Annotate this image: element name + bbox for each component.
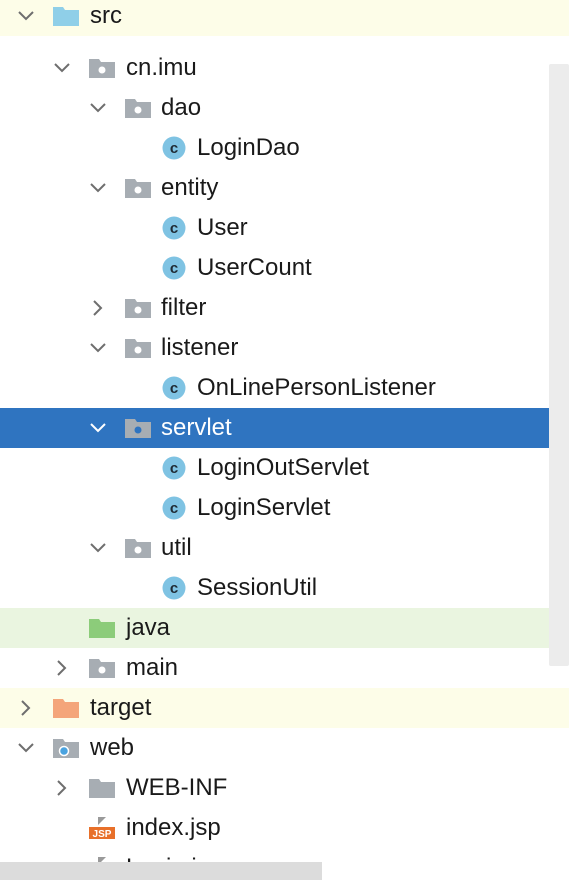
tree-item-entity[interactable]: entity <box>0 168 569 208</box>
chevron-down-icon[interactable] <box>14 736 38 760</box>
tree-item-label: LoginDao <box>197 134 300 161</box>
tree-item-servlet[interactable]: servlet <box>0 408 569 448</box>
jsp-file-icon: JSP <box>88 816 116 840</box>
package-icon <box>124 416 152 440</box>
svg-text:c: c <box>170 460 178 477</box>
tree-item-label: entity <box>161 174 219 201</box>
tree-item-label: main <box>126 654 179 681</box>
tree-item-label: cn.imu <box>126 54 197 81</box>
tree-item-label: src <box>90 2 122 29</box>
package-icon <box>124 336 152 360</box>
folder-orange-icon <box>52 696 80 720</box>
tree-item-label: filter <box>161 294 207 321</box>
tree-item-label: UserCount <box>197 254 312 281</box>
java-class-icon: c <box>160 216 188 240</box>
java-class-icon: c <box>160 136 188 160</box>
folder-gray-icon <box>88 776 116 800</box>
chevron-right-icon[interactable] <box>50 656 74 680</box>
chevron-down-icon[interactable] <box>86 336 110 360</box>
chevron-right-icon[interactable] <box>86 296 110 320</box>
tree-item-web-inf[interactable]: WEB-INF <box>0 768 569 808</box>
package-icon <box>88 56 116 80</box>
chevron-down-icon[interactable] <box>14 4 38 28</box>
tree-item-label: target <box>90 694 152 721</box>
package-icon <box>124 296 152 320</box>
tree-item-src[interactable]: src <box>0 0 569 36</box>
horizontal-scrollbar[interactable] <box>0 862 322 880</box>
svg-text:JSP: JSP <box>93 829 112 840</box>
chevron-down-icon[interactable] <box>86 416 110 440</box>
tree-item-listener[interactable]: listener <box>0 328 569 368</box>
tree-item-cn-imu[interactable]: cn.imu <box>0 48 569 88</box>
svg-text:c: c <box>170 220 178 237</box>
tree-item-main[interactable]: main <box>0 648 569 688</box>
tree-item-label: util <box>161 534 192 561</box>
java-class-icon: c <box>160 496 188 520</box>
tree-item-filter[interactable]: filter <box>0 288 569 328</box>
tree-item-label: LoginOutServlet <box>197 454 370 481</box>
tree-item-user[interactable]: c User <box>0 208 569 248</box>
tree-item-label: web <box>90 734 135 761</box>
svg-text:c: c <box>170 500 178 517</box>
svg-text:c: c <box>170 380 178 397</box>
java-class-icon: c <box>160 376 188 400</box>
tree-item-label: dao <box>161 94 202 121</box>
svg-text:c: c <box>170 260 178 277</box>
tree-item-label: WEB-INF <box>126 774 228 801</box>
chevron-down-icon[interactable] <box>86 536 110 560</box>
tree-item-onlinepersonlistener[interactable]: c OnLinePersonListener <box>0 368 569 408</box>
tree-item-target[interactable]: target <box>0 688 569 728</box>
java-class-icon: c <box>160 576 188 600</box>
tree-item-index-jsp[interactable]: JSP index.jsp <box>0 808 569 848</box>
tree-item-label: OnLinePersonListener <box>197 374 436 401</box>
tree-item-logindao[interactable]: c LoginDao <box>0 128 569 168</box>
tree-item-label: servlet <box>161 414 232 441</box>
tree-item-usercount[interactable]: c UserCount <box>0 248 569 288</box>
tree-item-sessionutil[interactable]: c SessionUtil <box>0 568 569 608</box>
folder-blue-icon <box>52 4 80 28</box>
tree-item-loginservlet[interactable]: c LoginServlet <box>0 488 569 528</box>
package-icon <box>124 536 152 560</box>
chevron-down-icon[interactable] <box>50 56 74 80</box>
tree-item-label: java <box>126 614 171 641</box>
chevron-right-icon[interactable] <box>50 776 74 800</box>
tree-item-label: User <box>197 214 248 241</box>
package-icon <box>88 656 116 680</box>
tree-item-label: LoginServlet <box>197 494 331 521</box>
tree-item-web[interactable]: web <box>0 728 569 768</box>
tree-item-label: listener <box>161 334 239 361</box>
svg-text:c: c <box>170 580 178 597</box>
project-tree: src cn.imu dao c LoginDao entity c User … <box>0 0 569 881</box>
chevron-down-icon[interactable] <box>86 96 110 120</box>
tree-item-loginoutservlet[interactable]: c LoginOutServlet <box>0 448 569 488</box>
tree-item-label: index.jsp <box>126 814 221 841</box>
chevron-down-icon[interactable] <box>86 176 110 200</box>
chevron-right-icon[interactable] <box>14 696 38 720</box>
folder-green-icon <box>88 616 116 640</box>
web-folder-icon <box>52 736 80 760</box>
tree-item-java[interactable]: java <box>0 608 569 648</box>
tree-item-dao[interactable]: dao <box>0 88 569 128</box>
vertical-scrollbar[interactable] <box>549 64 569 666</box>
tree-item-util[interactable]: util <box>0 528 569 568</box>
java-class-icon: c <box>160 456 188 480</box>
package-icon <box>124 176 152 200</box>
java-class-icon: c <box>160 256 188 280</box>
svg-text:c: c <box>170 140 178 157</box>
tree-item-label: SessionUtil <box>197 574 318 601</box>
package-icon <box>124 96 152 120</box>
